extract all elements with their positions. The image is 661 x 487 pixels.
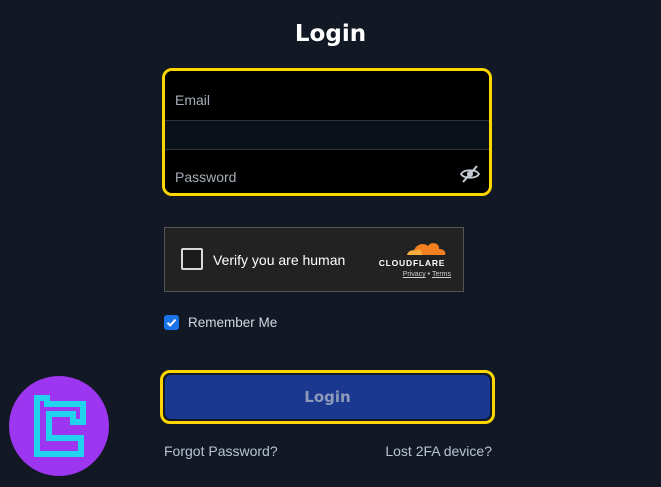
captcha-widget: Verify you are human CLOUDFLARE Privacy … [164, 227, 464, 292]
remember-label: Remember Me [188, 315, 278, 330]
captcha-checkbox[interactable] [181, 248, 203, 270]
tc-logo-icon [9, 376, 109, 476]
lost-2fa-link[interactable]: Lost 2FA device? [385, 443, 492, 459]
link-separator: • [427, 271, 431, 278]
remember-checkbox[interactable] [164, 315, 179, 330]
eye-slash-icon[interactable] [459, 163, 481, 185]
password-placeholder: Password [175, 169, 237, 185]
captcha-label: Verify you are human [213, 252, 346, 268]
password-field[interactable]: Password [165, 150, 489, 193]
terms-link[interactable]: Terms [432, 271, 451, 278]
cloudflare-logo: CLOUDFLARE Privacy • Terms [373, 238, 451, 282]
field-separator [165, 121, 489, 150]
login-button[interactable]: Login [165, 375, 490, 419]
cloudflare-wordmark: CLOUDFLARE [378, 258, 446, 268]
login-page: Login Email Password Verify you are huma… [0, 0, 661, 487]
email-placeholder: Email [175, 92, 211, 108]
cloudflare-cloud-icon [407, 243, 446, 255]
login-button-frame: Login [160, 370, 495, 424]
checkmark-icon [166, 318, 177, 327]
forgot-password-link[interactable]: Forgot Password? [164, 443, 278, 459]
credentials-group: Email Password [162, 68, 492, 196]
captcha-links: Privacy • Terms [373, 271, 451, 278]
page-title: Login [294, 21, 367, 47]
email-field[interactable]: Email [165, 71, 489, 121]
privacy-link[interactable]: Privacy [403, 271, 426, 278]
